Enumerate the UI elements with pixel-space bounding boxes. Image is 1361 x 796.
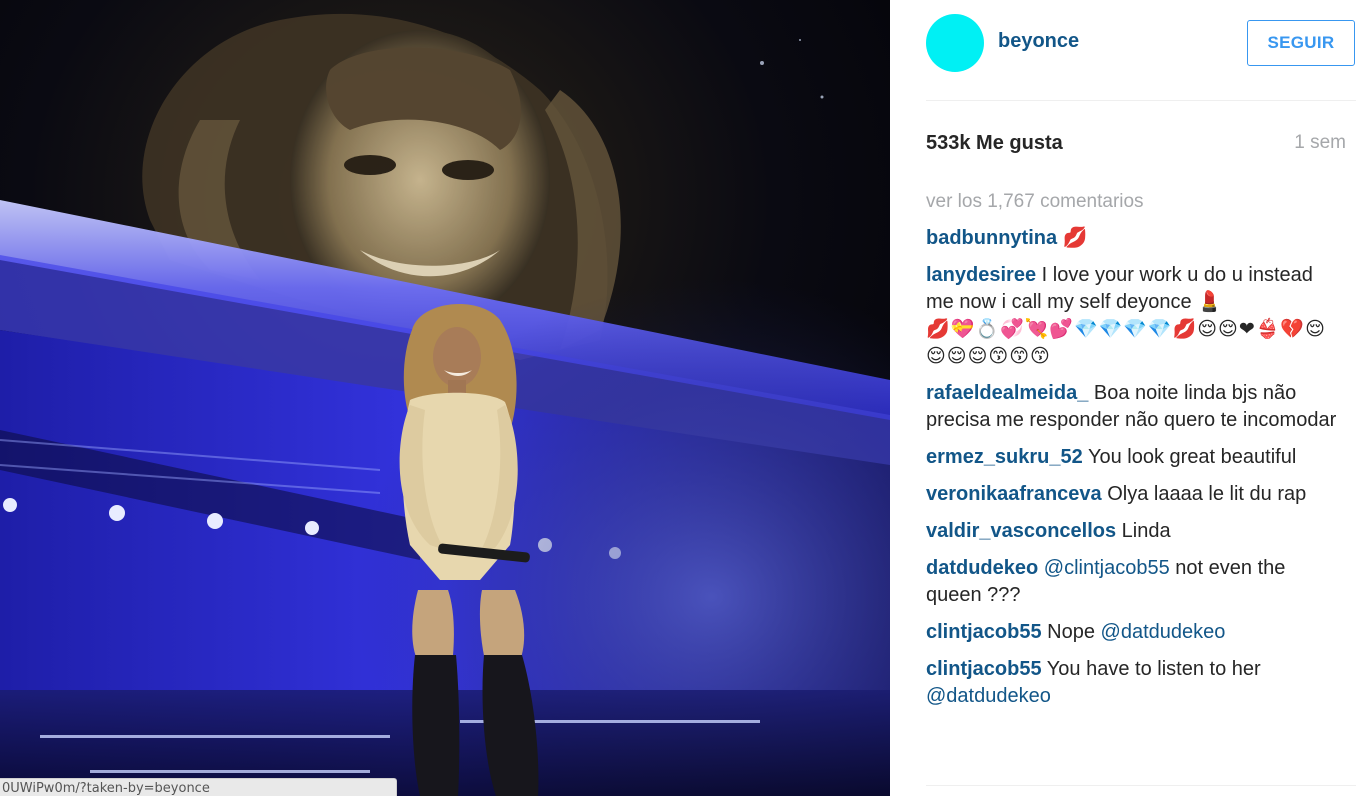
comment-item: clintjacob55 You have to listen to her @… xyxy=(926,656,1346,710)
browser-status-url: 0UWiPw0m/?taken-by=beyonce xyxy=(0,778,397,796)
comment-author[interactable]: ermez_sukru_52 xyxy=(926,446,1083,468)
comment-item: datdudekeo @clintjacob55 not even the qu… xyxy=(926,555,1346,609)
comment-item: lanydesiree I love your work u do u inst… xyxy=(926,262,1346,370)
comment-mention[interactable]: @clintjacob55 xyxy=(1038,557,1170,579)
post-stats: 533k Me gusta 1 sem xyxy=(926,132,1346,158)
view-all-comments-link[interactable]: ver los 1,767 comentarios xyxy=(926,189,1346,215)
post-sidebar: beyonce SEGUIR 533k Me gusta 1 sem ver l… xyxy=(890,0,1361,796)
comment-text: Nope xyxy=(1041,621,1101,643)
post-photo[interactable]: 0UWiPw0m/?taken-by=beyonce xyxy=(0,0,890,796)
comment-author[interactable]: rafaeldealmeida_ xyxy=(926,382,1088,404)
comment-item: veronikaafranceva Olya laaaa le lit du r… xyxy=(926,481,1346,508)
follow-button[interactable]: SEGUIR xyxy=(1247,20,1355,66)
divider xyxy=(926,785,1356,786)
comment-text: 💋 xyxy=(1057,227,1088,249)
likes-count[interactable]: 533k Me gusta xyxy=(926,132,1063,155)
post-time[interactable]: 1 sem xyxy=(1294,132,1346,154)
instagram-post-page: 0UWiPw0m/?taken-by=beyonce beyonce SEGUI… xyxy=(0,0,1361,796)
comment-item: clintjacob55 Nope @datdudekeo xyxy=(926,619,1346,646)
comment-author[interactable]: clintjacob55 xyxy=(926,658,1042,680)
comments-list: ver los 1,767 comentarios badbunnytina 💋… xyxy=(926,189,1346,785)
post-header: beyonce SEGUIR xyxy=(926,14,1356,74)
comment-mention[interactable]: @datdudekeo xyxy=(1101,621,1226,643)
comment-author[interactable]: veronikaafranceva xyxy=(926,483,1102,505)
username-link[interactable]: beyonce xyxy=(998,30,1079,53)
concert-photo-illustration xyxy=(0,0,890,796)
comment-author[interactable]: valdir_vasconcellos xyxy=(926,520,1116,542)
comment-emoji-text: 💋💝💍💞💘💕💎💎💎💎💋😌😌❤👙💔😌😌😌😌😙😙😙 xyxy=(926,318,1326,367)
avatar[interactable] xyxy=(926,14,984,72)
comment-author[interactable]: clintjacob55 xyxy=(926,621,1042,643)
comment-text: You have to listen to her xyxy=(1041,658,1261,680)
comment-item: rafaeldealmeida_ Boa noite linda bjs não… xyxy=(926,380,1346,434)
comment-item: valdir_vasconcellos Linda xyxy=(926,518,1346,545)
comment-item: ermez_sukru_52 You look great beautiful xyxy=(926,444,1346,471)
comment-author[interactable]: lanydesiree xyxy=(926,264,1036,286)
comment-mention[interactable]: @datdudekeo xyxy=(926,685,1051,707)
comment-item: badbunnytina 💋 xyxy=(926,225,1346,252)
divider xyxy=(926,100,1356,101)
comment-text: You look great beautiful xyxy=(1082,446,1297,468)
comment-text: Olya laaaa le lit du rap xyxy=(1101,483,1307,505)
comment-text: Linda xyxy=(1116,520,1171,542)
comment-author[interactable]: datdudekeo xyxy=(926,557,1038,579)
comment-author[interactable]: badbunnytina xyxy=(926,227,1057,249)
